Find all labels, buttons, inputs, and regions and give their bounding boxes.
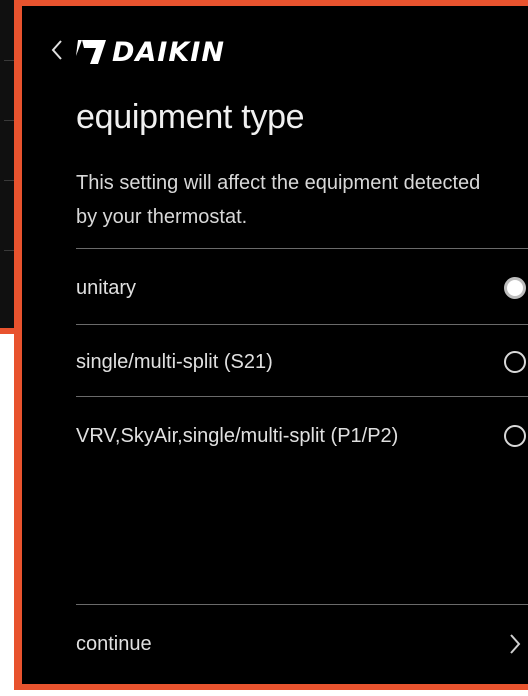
back-button[interactable] [42,30,72,70]
option-unitary[interactable]: unitary [76,252,528,324]
divider [76,396,528,397]
radio-button[interactable] [504,351,526,373]
daikin-logo-mark-icon [76,40,106,64]
chevron-left-icon [51,40,62,60]
option-single-multi-split-s21[interactable]: single/multi-split (S21) [76,326,528,398]
chevron-right-icon [510,634,521,654]
option-label: VRV,SkyAir,single/multi-split (P1/P2) [76,424,399,447]
page-description: This setting will affect the equipment d… [76,172,481,228]
radio-button[interactable] [504,425,526,447]
option-label: single/multi-split (S21) [76,350,273,373]
divider [76,604,528,605]
option-label: unitary [76,276,137,299]
option-vrv-skyair-p1-p2[interactable]: VRV,SkyAir,single/multi-split (P1/P2) [76,400,528,472]
divider [76,324,528,325]
page-title: equipment type [76,98,305,136]
thermostat-screen: DAIKIN equipment type This setting will … [14,0,528,690]
divider [76,248,528,249]
radio-button-selected[interactable] [504,277,526,299]
daikin-logo: DAIKIN [76,32,225,72]
header: DAIKIN [22,6,528,86]
continue-label: continue [76,632,152,655]
logo-text: DAIKIN [112,36,225,68]
continue-button[interactable]: continue [76,608,528,680]
